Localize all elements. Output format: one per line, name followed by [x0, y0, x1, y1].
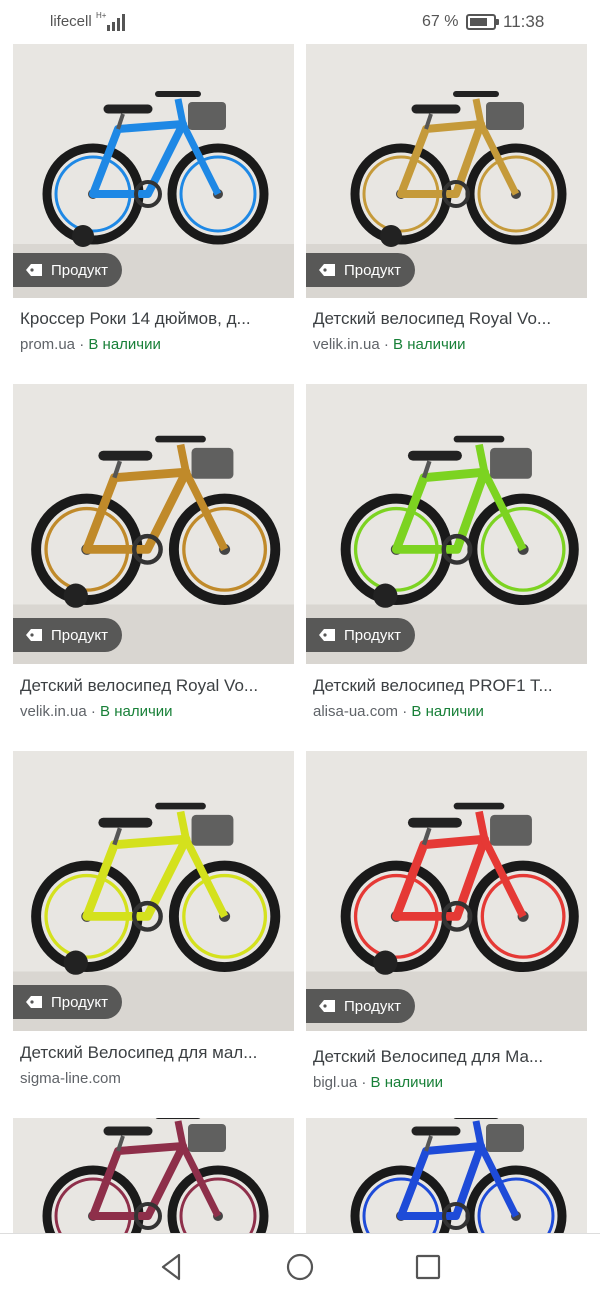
tag-icon — [26, 996, 42, 1008]
result-card[interactable]: Продукт Кроссер Роки 14 дюймов, д... prom.… — [13, 44, 294, 374]
result-source: prom.ua — [20, 336, 76, 353]
result-card[interactable]: Продукт Детский Велосипед для мал... sigma… — [13, 751, 294, 1087]
result-title[interactable]: Детский велосипед Royal Vo... — [20, 676, 292, 696]
badge-label: Продукт — [344, 261, 401, 279]
badge-label: Продукт — [51, 261, 108, 279]
meta-separator: · — [86, 703, 101, 720]
result-meta: alisa-ua.com · В наличии — [313, 703, 484, 720]
availability-label: В наличии — [88, 336, 161, 353]
result-source: velik.in.ua — [20, 703, 87, 720]
product-badge: Продукт — [13, 253, 122, 287]
badge-label: Продукт — [51, 993, 108, 1011]
product-badge: Продукт — [306, 618, 415, 652]
result-meta: velik.in.ua · В наличии — [313, 336, 466, 353]
result-title[interactable]: Детский велосипед PROF1 T... — [313, 676, 585, 696]
product-badge: Продукт — [13, 985, 122, 1019]
result-card[interactable]: Продукт Детский велосипед Royal Vo... veli… — [306, 44, 587, 374]
product-badge: Продукт — [306, 253, 415, 287]
result-title[interactable]: Детский Велосипед для мал... — [20, 1043, 292, 1063]
result-meta: prom.ua · В наличии — [20, 336, 161, 353]
meta-separator: · — [398, 703, 412, 720]
status-bar: lifecell H+ 67 % 11:38 — [0, 0, 600, 44]
result-meta: sigma-line.com — [20, 1070, 121, 1087]
result-source: bigl.ua — [313, 1074, 358, 1091]
availability-label: В наличии — [100, 703, 173, 720]
result-title[interactable]: Детский Велосипед для Ма... — [313, 1047, 585, 1067]
badge-label: Продукт — [344, 626, 401, 644]
meta-separator: · — [379, 336, 394, 353]
tag-icon — [26, 264, 42, 276]
result-source: sigma-line.com — [20, 1070, 121, 1087]
badge-label: Продукт — [51, 626, 108, 644]
result-meta: bigl.ua · В наличии — [313, 1074, 443, 1091]
result-card[interactable]: Продукт Детский велосипед PROF1 T... alisa… — [306, 384, 587, 720]
result-title[interactable]: Кроссер Роки 14 дюймов, д... — [20, 309, 292, 329]
product-badge: Продукт — [13, 618, 122, 652]
battery-icon — [466, 14, 499, 30]
badge-label: Продукт — [344, 997, 401, 1015]
result-source: velik.in.ua — [313, 336, 380, 353]
tag-icon — [26, 629, 42, 641]
availability-label: В наличии — [370, 1074, 444, 1091]
back-icon[interactable] — [157, 1252, 187, 1282]
recents-icon[interactable] — [413, 1252, 443, 1282]
result-title[interactable]: Детский велосипед Royal Vo... — [313, 309, 585, 329]
result-card[interactable]: Продукт Детский Велосипед для Ма... bigl.u… — [306, 751, 587, 1091]
battery-percent: 67 % — [422, 13, 459, 30]
meta-separator: · — [75, 336, 89, 353]
carrier-name: lifecell — [50, 13, 92, 30]
tag-icon — [319, 629, 335, 641]
tag-icon — [319, 1000, 335, 1012]
availability-label: В наличии — [411, 703, 484, 720]
tag-icon — [319, 264, 335, 276]
result-source: alisa-ua.com — [313, 703, 399, 720]
home-icon[interactable] — [285, 1252, 315, 1282]
availability-label: В наличии — [393, 336, 466, 353]
clock: 11:38 — [503, 12, 545, 31]
network-type: H+ — [96, 11, 107, 20]
navigation-bar — [0, 1233, 600, 1299]
product-badge: Продукт — [306, 989, 415, 1023]
result-meta: velik.in.ua · В наличии — [20, 703, 173, 720]
signal-icon: H+ — [96, 11, 125, 31]
meta-separator: · — [357, 1074, 371, 1091]
result-card[interactable]: Продукт Детский велосипед Royal Vo... veli… — [13, 384, 294, 720]
